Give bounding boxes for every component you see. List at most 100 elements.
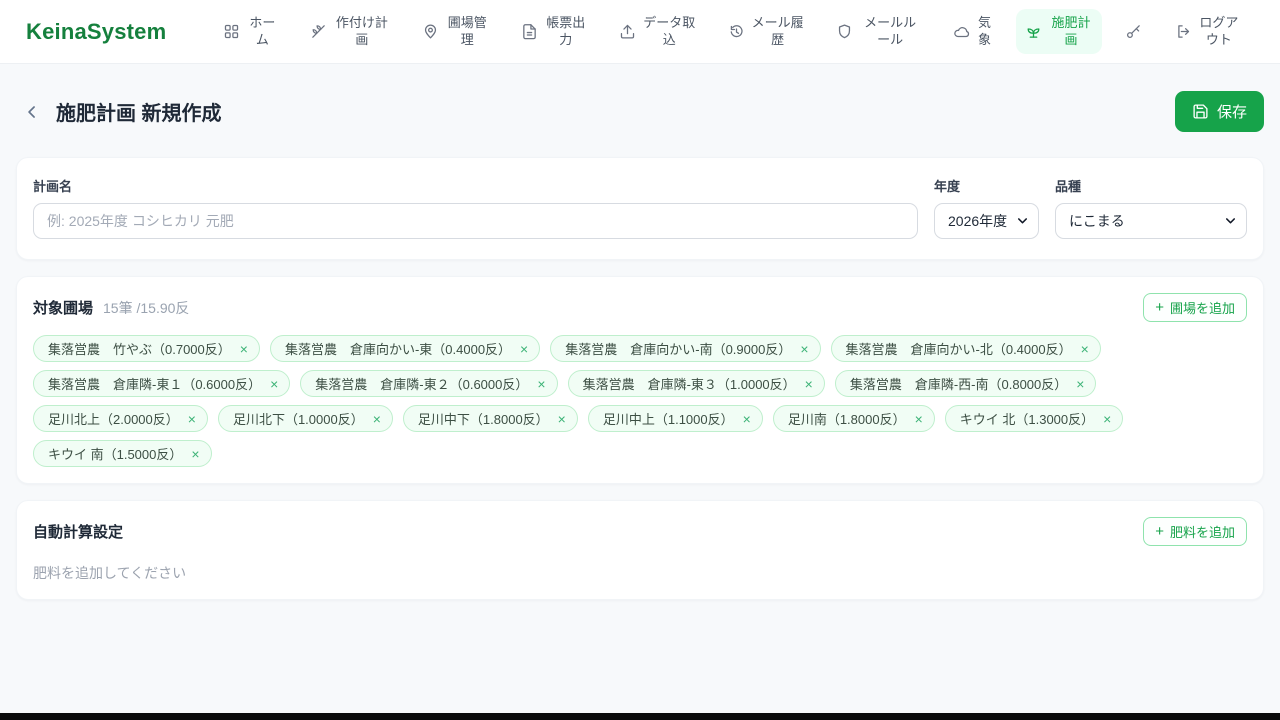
nav-item-logout[interactable]: ログアウト	[1166, 9, 1248, 55]
chip-close-button[interactable]: ×	[915, 412, 923, 426]
nav-item-key[interactable]	[1116, 17, 1151, 46]
field-chip-label: 足川南（1.8000反）	[787, 412, 906, 427]
close-icon: ×	[372, 410, 381, 427]
variety-label: 品種	[1055, 179, 1082, 194]
field-chip[interactable]: 集落営農 倉庫隣-東２（0.6000反） ×	[300, 370, 558, 397]
field-chip[interactable]: 足川中下（1.8000反） ×	[402, 405, 578, 432]
add-fertilizer-button[interactable]: + 肥料を追加	[1143, 517, 1247, 546]
field-chip-label: 足川中上（1.1000反）	[602, 412, 734, 427]
close-icon: ×	[804, 375, 813, 392]
nav-label: 帳票出力	[546, 14, 586, 47]
nav-item-planting-plan[interactable]: 作付け計画	[301, 9, 399, 55]
logout-icon	[1178, 25, 1190, 38]
chip-close-button[interactable]: ×	[270, 377, 278, 391]
chip-close-button[interactable]: ×	[373, 412, 381, 426]
close-icon: ×	[520, 340, 529, 357]
save-icon	[1193, 104, 1208, 119]
page-title: 施肥計画 新規作成	[56, 103, 222, 125]
nav-item-home[interactable]: ホーム	[214, 9, 286, 55]
field-chip[interactable]: 集落営農 竹やぶ（0.7000反） ×	[33, 335, 260, 362]
back-button[interactable]	[18, 98, 46, 126]
save-button[interactable]: 保存	[1174, 91, 1264, 132]
chip-close-button[interactable]: ×	[537, 377, 545, 391]
nav-item-weather[interactable]: 気象	[944, 9, 1002, 55]
field-chip-label: 集落営農 倉庫隣-西-南（0.8000反）	[849, 377, 1068, 392]
close-icon: ×	[537, 375, 546, 392]
target-fields-summary: 15筆 /15.90反	[103, 299, 190, 316]
chip-close-button[interactable]: ×	[1076, 377, 1084, 391]
field-chip-label: キウイ 北（1.3000反）	[959, 412, 1095, 427]
target-fields-title: 対象圃場	[33, 300, 94, 317]
chip-close-button[interactable]: ×	[558, 412, 566, 426]
field-chip[interactable]: 集落営農 倉庫向かい-北（0.4000反） ×	[830, 335, 1101, 362]
chip-close-button[interactable]: ×	[800, 342, 808, 356]
field-chip-label: 集落営農 倉庫隣-東１（0.6000反）	[48, 377, 262, 392]
field-chip-label: 集落営農 竹やぶ（0.7000反）	[48, 342, 231, 357]
cloud-icon	[953, 27, 969, 38]
document-icon	[522, 24, 536, 40]
field-chip[interactable]: 足川北下（1.0000反） ×	[217, 405, 393, 432]
field-chip[interactable]: 足川北上（2.0000反） ×	[33, 405, 208, 432]
field-chip[interactable]: 足川中上（1.1000反） ×	[587, 405, 763, 432]
add-fertilizer-button-label: 肥料を追加	[1169, 525, 1235, 540]
field-chips: 集落営農 竹やぶ（0.7000反） × 集落営農 倉庫向かい-東（0.4000反…	[33, 335, 1247, 467]
chip-close-button[interactable]: ×	[1081, 342, 1089, 356]
field-chip[interactable]: キウイ 北（1.3000反） ×	[944, 405, 1124, 432]
nav-label: 作付け計画	[335, 14, 388, 47]
field-chip-label: 足川中下（1.8000反）	[417, 412, 549, 427]
nav-label: データ取込	[643, 14, 696, 47]
plan-name-input[interactable]	[33, 203, 918, 239]
field-chip-label: 集落営農 倉庫隣-東２（0.6000反）	[315, 377, 529, 392]
nav-item-fertilization-plan[interactable]: 施肥計画	[1016, 8, 1103, 55]
nav-item-data-import[interactable]: データ取込	[610, 9, 704, 55]
field-chip[interactable]: 集落営農 倉庫隣-東１（0.6000反） ×	[33, 370, 291, 397]
year-select[interactable]: 2026年度	[934, 203, 1039, 239]
chip-close-button[interactable]: ×	[240, 342, 248, 356]
nav-item-report-output[interactable]: 帳票出力	[512, 9, 596, 55]
field-chip[interactable]: キウイ 南（1.5000反） ×	[33, 440, 212, 467]
field-chip-label: 足川北上（2.0000反）	[48, 412, 179, 427]
variety-select[interactable]: にこまる	[1055, 203, 1247, 239]
chip-close-button[interactable]: ×	[188, 412, 196, 426]
nav-item-mail-rules[interactable]: メールルール	[827, 9, 929, 55]
chip-close-button[interactable]: ×	[743, 412, 751, 426]
plan-name-label: 計画名	[33, 179, 73, 194]
auto-calc-title: 自動計算設定	[33, 524, 124, 541]
close-icon: ×	[1103, 410, 1112, 427]
plus-icon: +	[1155, 523, 1164, 540]
app-logo[interactable]: KeinaSystem	[26, 19, 166, 45]
field-chip[interactable]: 足川南（1.8000反） ×	[772, 405, 935, 432]
nav-label: 圃場管理	[447, 14, 487, 47]
bottom-bar	[0, 713, 1280, 720]
field-chip-label: 集落営農 倉庫隣-東３（1.0000反）	[582, 377, 796, 392]
chip-close-button[interactable]: ×	[1103, 412, 1111, 426]
nav-label: ログアウト	[1199, 14, 1239, 47]
auto-calc-card: 自動計算設定 + 肥料を追加 肥料を追加してください	[16, 500, 1264, 600]
sprout-icon	[1027, 28, 1040, 38]
field-chip[interactable]: 集落営農 倉庫隣-西-南（0.8000反） ×	[834, 370, 1097, 397]
nav-item-mail-history[interactable]: メール履歴	[719, 9, 813, 55]
field-chip[interactable]: 集落営農 倉庫向かい-東（0.4000反） ×	[269, 335, 541, 362]
field-chip-label: 集落営農 倉庫向かい-南（0.9000反）	[565, 342, 792, 357]
chip-close-button[interactable]: ×	[805, 377, 813, 391]
field-chip[interactable]: 集落営農 倉庫隣-東３（1.0000反） ×	[567, 370, 825, 397]
key-icon	[1127, 25, 1141, 39]
close-icon: ×	[270, 375, 279, 392]
chip-close-button[interactable]: ×	[520, 342, 528, 356]
close-icon: ×	[1080, 340, 1089, 357]
nav-item-field-management[interactable]: 圃場管理	[413, 9, 497, 55]
field-chip[interactable]: 集落営農 倉庫向かい-南（0.9000反） ×	[550, 335, 821, 362]
map-pin-icon	[425, 24, 437, 39]
upload-icon	[621, 24, 635, 39]
plan-form-card: 計画名 年度 2026年度 品種 にこまる	[16, 157, 1264, 260]
add-field-button[interactable]: + 圃場を追加	[1143, 293, 1247, 322]
field-chip-label: 集落営農 倉庫向かい-北（0.4000反）	[845, 342, 1072, 357]
target-fields-card: 対象圃場 15筆 /15.90反 + 圃場を追加 集落営農 竹やぶ（0.7000…	[16, 276, 1264, 484]
plus-icon: +	[1155, 299, 1164, 316]
nav-label: メールルール	[864, 14, 917, 47]
chevron-left-icon	[28, 105, 35, 118]
add-field-button-label: 圃場を追加	[1169, 301, 1235, 316]
nav-items: ホーム 作付け計画 圃場管理 帳票出力 データ取込 メール履歴 メールルール 気…	[214, 8, 1248, 55]
nav-label: ホーム	[249, 14, 276, 47]
chip-close-button[interactable]: ×	[191, 447, 199, 461]
